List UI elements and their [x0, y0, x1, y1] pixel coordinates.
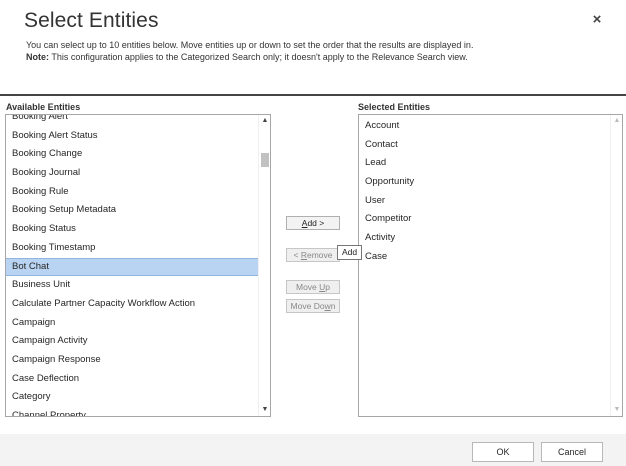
selected-scrollbar[interactable]: ▲ ▼ — [610, 115, 622, 416]
move-up-button-prefix: Move — [295, 282, 320, 292]
available-list-item[interactable]: Booking Timestamp — [6, 239, 258, 258]
scroll-up-icon[interactable]: ▲ — [611, 115, 622, 127]
note-text: This configuration applies to the Catego… — [49, 52, 468, 62]
move-down-button-prefix: Move Do — [290, 301, 325, 311]
available-list-item[interactable]: Booking Alert Status — [6, 127, 258, 146]
scroll-down-icon[interactable]: ▼ — [611, 404, 622, 416]
selected-list-item[interactable]: Activity — [359, 229, 610, 248]
available-list-item[interactable]: Calculate Partner Capacity Workflow Acti… — [6, 295, 258, 314]
add-button-label: dd > — [307, 218, 325, 228]
available-list-item[interactable]: Booking Setup Metadata — [6, 201, 258, 220]
dialog-header: Select Entities × You can select up to 1… — [0, 0, 626, 94]
remove-button[interactable]: < Remove — [286, 248, 340, 262]
dialog-note: Note: This configuration applies to the … — [26, 52, 468, 62]
ok-button[interactable]: OK — [472, 442, 534, 462]
dialog-title: Select Entities — [24, 9, 159, 32]
available-list-item[interactable]: Booking Status — [6, 220, 258, 239]
dialog-description: You can select up to 10 entities below. … — [26, 40, 474, 50]
selected-list-item[interactable]: Contact — [359, 136, 610, 155]
available-list-item[interactable]: Business Unit — [6, 276, 258, 295]
add-button[interactable]: Add > — [286, 216, 340, 230]
selected-list-item[interactable]: Lead — [359, 154, 610, 173]
available-list-item[interactable]: Channel Property — [6, 407, 258, 416]
available-scrollbar[interactable]: ▲ ▼ — [258, 115, 270, 416]
selected-list-item[interactable]: Competitor — [359, 210, 610, 229]
move-up-button-label: p — [325, 282, 331, 292]
available-entities-list[interactable]: Booking Alert Booking Alert Status Booking… — [5, 114, 271, 417]
remove-button-label: emove — [306, 250, 333, 260]
move-down-button[interactable]: Move Down — [286, 299, 340, 313]
available-entities-items: Booking Alert Booking Alert Status Booking… — [6, 115, 258, 416]
selected-list-item[interactable]: Account — [359, 117, 610, 136]
selected-list-item[interactable]: User — [359, 192, 610, 211]
available-list-item[interactable]: Category — [6, 388, 258, 407]
selected-list-item[interactable]: Opportunity — [359, 173, 610, 192]
scroll-thumb[interactable] — [261, 153, 269, 167]
selected-entities-list[interactable]: Account Contact Lead Opportunity User Competi… — [358, 114, 623, 417]
available-list-item[interactable]: Campaign — [6, 314, 258, 333]
note-label: Note: — [26, 52, 49, 62]
available-list-item[interactable]: Campaign Activity — [6, 332, 258, 351]
close-icon[interactable]: × — [590, 12, 604, 27]
scroll-down-icon[interactable]: ▼ — [259, 404, 270, 416]
selected-entities-items: Account Contact Lead Opportunity User Competi… — [359, 117, 610, 416]
move-down-button-label: n — [330, 301, 336, 311]
available-list-item[interactable]: Campaign Response — [6, 351, 258, 370]
available-list-item[interactable]: Booking Alert — [6, 115, 258, 127]
cancel-button[interactable]: Cancel — [541, 442, 603, 462]
available-list-item[interactable]: Booking Change — [6, 145, 258, 164]
move-up-button[interactable]: Move Up — [286, 280, 340, 294]
available-list-item[interactable]: Bot Chat — [6, 257, 258, 277]
selected-list-item[interactable]: Case — [359, 248, 610, 267]
dialog-footer: OK Cancel — [0, 434, 626, 466]
add-tooltip: Add — [337, 245, 363, 260]
available-list-item[interactable]: Booking Rule — [6, 183, 258, 202]
selected-entities-label: Selected Entities — [358, 102, 431, 112]
available-entities-label: Available Entities — [6, 102, 81, 112]
scroll-up-icon[interactable]: ▲ — [259, 115, 270, 127]
available-list-item[interactable]: Booking Journal — [6, 164, 258, 183]
remove-button-prefix: < — [293, 250, 301, 260]
available-list-item[interactable]: Case Deflection — [6, 370, 258, 389]
